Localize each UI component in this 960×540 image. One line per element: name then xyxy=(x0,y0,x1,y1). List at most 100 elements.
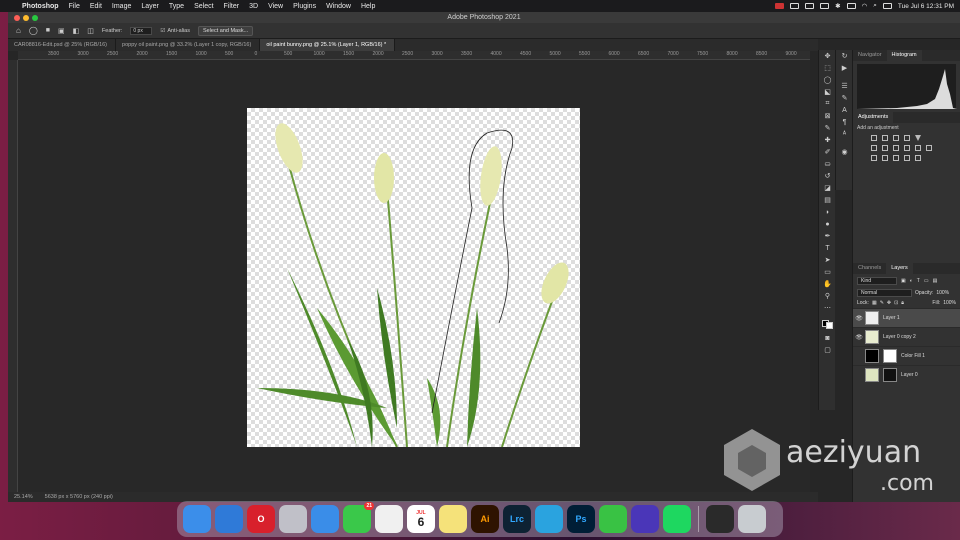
visibility-eye-icon[interactable]: 👁︎ xyxy=(853,315,865,322)
threshold-icon[interactable] xyxy=(893,155,899,161)
dock-camo-icon[interactable] xyxy=(599,505,627,533)
lock-paint-icon[interactable]: ✎ xyxy=(880,300,884,306)
menu-app-name[interactable]: Photoshop xyxy=(22,3,59,10)
healing-brush-tool-icon[interactable]: ✚ xyxy=(819,134,836,146)
photo-filter-icon[interactable] xyxy=(904,145,910,151)
document-canvas[interactable] xyxy=(247,108,580,448)
glyphs-panel-icon[interactable]: ᴬ xyxy=(836,128,853,140)
lock-position-icon[interactable]: ✥ xyxy=(887,300,891,306)
layer-name[interactable]: Layer 0 xyxy=(901,372,918,378)
type-tool-icon[interactable]: T xyxy=(819,242,836,254)
hue-saturation-icon[interactable] xyxy=(871,145,877,151)
menu-filter[interactable]: Filter xyxy=(224,3,240,10)
lock-artboard-icon[interactable]: ⊡ xyxy=(894,300,898,306)
dock-illustrator-icon[interactable]: Ai xyxy=(471,505,499,533)
tab-histogram[interactable]: Histogram xyxy=(886,50,922,61)
curves-icon[interactable] xyxy=(893,135,899,141)
document-info[interactable]: 5638 px x 5760 px (240 ppi) xyxy=(45,492,113,502)
anti-alias-checkbox[interactable]: ☑ xyxy=(160,28,165,34)
channel-mixer-icon[interactable] xyxy=(915,145,921,151)
move-tool-icon[interactable]: ✥ xyxy=(819,50,836,62)
color-balance-icon[interactable] xyxy=(882,145,888,151)
dock-finder-icon[interactable] xyxy=(183,505,211,533)
posterize-icon[interactable] xyxy=(882,155,888,161)
lasso-tool-icon[interactable]: ◯ xyxy=(819,74,836,86)
dock-safari-icon[interactable] xyxy=(215,505,243,533)
tab-layers[interactable]: Layers xyxy=(886,263,913,274)
dock-opera-icon[interactable]: O xyxy=(247,505,275,533)
dock-dropbox-icon[interactable] xyxy=(631,505,659,533)
bluetooth-icon[interactable]: ✱ xyxy=(835,2,840,10)
layer-row-layer-0-copy-2[interactable]: 👁︎ Layer 0 copy 2 xyxy=(853,327,960,346)
paragraph-panel-icon[interactable]: ¶ xyxy=(836,116,853,128)
color-lookup-icon[interactable] xyxy=(926,145,932,151)
intersect-selection-icon[interactable]: ◫ xyxy=(87,27,94,35)
menu-help[interactable]: Help xyxy=(361,3,375,10)
filter-smart-icon[interactable]: ▤ xyxy=(933,278,938,284)
select-and-mask-button[interactable]: Select and Mask... xyxy=(197,25,254,36)
menu-select[interactable]: Select xyxy=(194,3,213,10)
visibility-eye-icon[interactable]: 👁︎ xyxy=(853,334,865,341)
screen-mode-icon[interactable]: ▢ xyxy=(819,344,836,356)
lasso-tool-preset-icon[interactable]: ◯ xyxy=(29,26,38,35)
tab-poppy-oil-paint[interactable]: poppy oil paint.png @ 33.2% (Layer 1 cop… xyxy=(116,39,261,51)
control-center-icon[interactable] xyxy=(882,3,892,9)
dock-launchpad-icon[interactable] xyxy=(279,505,307,533)
eyedropper-tool-icon[interactable]: ✎ xyxy=(819,122,836,134)
zoom-level[interactable]: 25.14% xyxy=(14,492,33,502)
dock-mail-icon[interactable] xyxy=(311,505,339,533)
rectangle-tool-icon[interactable]: ▭ xyxy=(819,266,836,278)
dock-spotify-icon[interactable] xyxy=(663,505,691,533)
more-tools-icon[interactable]: ⋯ xyxy=(819,302,836,314)
menu-edit[interactable]: Edit xyxy=(90,3,102,10)
menu-view[interactable]: View xyxy=(268,3,283,10)
quick-mask-icon[interactable]: ◙ xyxy=(819,332,836,344)
menu-clock[interactable]: Tue Jul 6 12:31 PM xyxy=(898,3,954,10)
filter-pixel-icon[interactable]: ▣ xyxy=(901,278,906,284)
dodge-tool-icon[interactable]: ● xyxy=(819,218,836,230)
menu-image[interactable]: Image xyxy=(112,3,131,10)
lock-all-icon[interactable]: 🔒︎ xyxy=(901,300,904,306)
layer-name[interactable]: Color Fill 1 xyxy=(901,353,925,359)
libraries-panel-icon[interactable]: ◉ xyxy=(836,146,853,158)
path-selection-tool-icon[interactable]: ➤ xyxy=(819,254,836,266)
filter-shape-icon[interactable]: ▭ xyxy=(924,278,929,284)
dock-messages-icon[interactable]: 21 xyxy=(343,502,374,533)
black-white-icon[interactable] xyxy=(893,145,899,151)
add-selection-icon[interactable]: ▣ xyxy=(58,27,65,35)
brushes-panel-icon[interactable]: ✎ xyxy=(836,92,853,104)
layer-row-layer-1[interactable]: 👁︎ Layer 1 xyxy=(853,308,960,327)
dock-calendar-icon[interactable]: JUL 6 xyxy=(407,505,435,533)
dock-screen-icon[interactable] xyxy=(706,505,734,533)
eraser-tool-icon[interactable]: ◪ xyxy=(819,182,836,194)
canvas-area[interactable] xyxy=(18,60,810,492)
brightness-contrast-icon[interactable] xyxy=(871,135,877,141)
battery-icon[interactable] xyxy=(846,3,856,9)
wifi-icon[interactable]: ◠ xyxy=(862,2,868,10)
menu-file[interactable]: File xyxy=(69,3,80,10)
layer-row-layer-0[interactable]: Layer 0 xyxy=(853,365,960,384)
filter-type-icon[interactable]: T xyxy=(917,278,920,284)
close-window-icon[interactable] xyxy=(14,15,20,21)
opacity-input[interactable]: 100% xyxy=(936,290,949,296)
menu-window[interactable]: Window xyxy=(326,3,351,10)
flag-icon[interactable] xyxy=(820,3,830,9)
actions-panel-icon[interactable]: ▶ xyxy=(836,62,853,74)
tab-oil-paint-bunny[interactable]: oil paint bunny.png @ 25.1% (Layer 1, RG… xyxy=(260,39,396,51)
layer-name[interactable]: Layer 1 xyxy=(883,315,900,321)
dock-notes-icon[interactable] xyxy=(439,505,467,533)
dropbox-status-icon[interactable] xyxy=(790,3,800,9)
fill-input[interactable]: 100% xyxy=(943,300,956,306)
properties-panel-icon[interactable]: ☰ xyxy=(836,80,853,92)
dock-telegram-icon[interactable] xyxy=(535,505,563,533)
layer-kind-filter[interactable]: Kind xyxy=(857,277,897,285)
exposure-icon[interactable] xyxy=(904,135,910,141)
gradient-map-icon[interactable] xyxy=(904,155,910,161)
tab-navigator[interactable]: Navigator xyxy=(853,50,887,61)
invert-icon[interactable] xyxy=(871,155,877,161)
brush-tool-icon[interactable]: ✐ xyxy=(819,146,836,158)
menu-layer[interactable]: Layer xyxy=(141,3,159,10)
history-brush-tool-icon[interactable]: ↺ xyxy=(819,170,836,182)
character-panel-icon[interactable]: A xyxy=(836,104,853,116)
blend-mode-select[interactable]: Normal xyxy=(857,289,912,297)
